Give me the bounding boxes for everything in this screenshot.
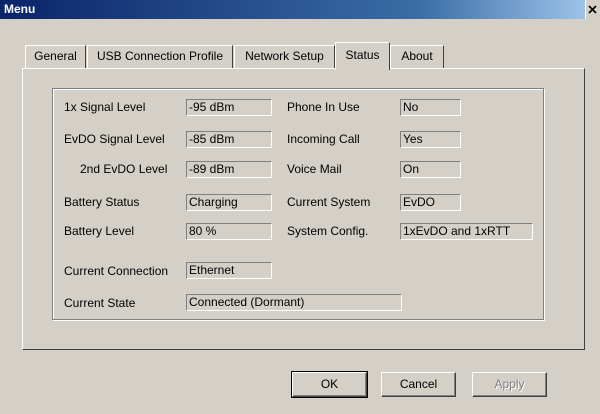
system-config-label: System Config. — [287, 224, 369, 238]
battery-level-value: 80 % — [186, 223, 272, 240]
incoming-call-label: Incoming Call — [287, 132, 360, 146]
apply-button[interactable]: Apply — [472, 372, 547, 397]
current-connection-value: Ethernet — [186, 262, 272, 279]
evdo2-label: 2nd EvDO Level — [80, 162, 168, 176]
phone-in-use-value: No — [400, 99, 461, 116]
voice-mail-label: Voice Mail — [287, 162, 342, 176]
signal-1x-label: 1x Signal Level — [64, 100, 146, 114]
current-state-value: Connected (Dormant) — [186, 294, 402, 311]
tab-network-setup[interactable]: Network Setup — [234, 45, 335, 68]
current-state-label: Current State — [64, 296, 136, 310]
evdo2-value: -89 dBm — [186, 161, 272, 178]
title-bar: Menu — [0, 0, 600, 19]
tab-general[interactable]: General — [25, 45, 86, 68]
battery-status-value: Charging — [186, 194, 272, 211]
current-system-value: EvDO — [400, 194, 461, 211]
current-connection-label: Current Connection — [64, 264, 169, 278]
tab-about[interactable]: About — [390, 45, 444, 68]
evdo-signal-value: -85 dBm — [186, 131, 272, 148]
status-panel: 1x Signal Level -95 dBm EvDO Signal Leve… — [22, 68, 585, 350]
ok-button[interactable]: OK — [291, 371, 368, 398]
close-button[interactable] — [585, 0, 600, 19]
incoming-call-value: Yes — [400, 131, 461, 148]
signal-1x-value: -95 dBm — [186, 99, 272, 116]
close-icon — [588, 5, 597, 14]
voice-mail-value: On — [400, 161, 461, 178]
tab-usb-connection-profile[interactable]: USB Connection Profile — [87, 45, 233, 68]
window-title: Menu — [4, 2, 36, 16]
phone-in-use-label: Phone In Use — [287, 100, 360, 114]
evdo-signal-label: EvDO Signal Level — [64, 132, 165, 146]
current-system-label: Current System — [287, 195, 371, 209]
battery-status-label: Battery Status — [64, 195, 140, 209]
system-config-value: 1xEvDO and 1xRTT — [400, 223, 533, 240]
cancel-button[interactable]: Cancel — [381, 372, 456, 397]
battery-level-label: Battery Level — [64, 224, 135, 238]
tab-status[interactable]: Status — [335, 42, 390, 70]
